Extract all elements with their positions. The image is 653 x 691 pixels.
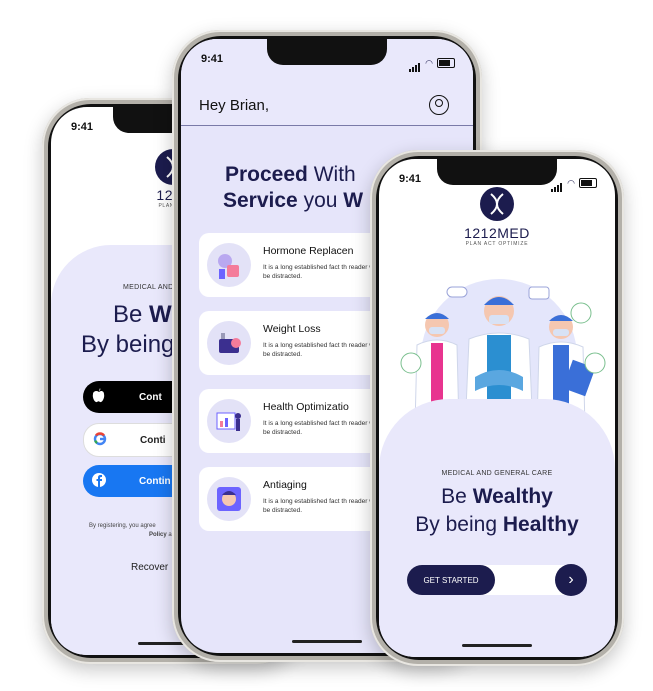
weight-loss-illustration-icon: [207, 321, 251, 365]
signal-icon: [551, 174, 563, 192]
facebook-icon: [83, 472, 115, 490]
service-desc: It is a long established fact th reader …: [263, 498, 379, 514]
battery-icon: [579, 178, 597, 188]
service-desc: It is a long established fact th reader …: [263, 342, 379, 358]
service-title: Hormone Replacen: [263, 245, 354, 257]
phone-welcome: 9:41 ◠ 1212MED PLAN ACT OPTIMIZE MEDICAL…: [370, 150, 624, 666]
page-title-line-2: Service you W: [223, 189, 363, 213]
title-rest: With: [307, 163, 356, 186]
kicker-text: MEDICAL AND: [123, 284, 174, 291]
kicker-text: MEDICAL AND GENERAL CARE: [441, 470, 553, 477]
battery-icon: [437, 58, 455, 68]
get-started-slider[interactable]: GET STARTED ›: [407, 564, 587, 596]
headline-line-1: Be Wealthy: [379, 485, 615, 509]
headline-line-2: By being: [81, 331, 175, 358]
headline-pre: Be: [441, 485, 473, 508]
headline-bold: Wealthy: [472, 485, 553, 508]
headline-line-2: By being Healthy: [379, 513, 615, 537]
health-optimization-illustration-icon: [207, 399, 251, 443]
apple-icon: [83, 387, 115, 407]
antiaging-illustration-icon: [207, 477, 251, 521]
wifi-icon: ◠: [567, 177, 575, 188]
greeting: Hey Brian,: [199, 97, 270, 114]
hormone-illustration-icon: [207, 243, 251, 287]
status-time: 9:41: [71, 121, 94, 133]
headline-pre: By being: [415, 513, 503, 536]
headline-bold: Healthy: [502, 513, 579, 536]
page-title-line-1: Proceed With: [225, 163, 356, 187]
service-desc: It is a long established fact th reader …: [263, 264, 379, 280]
title-rest: you: [297, 189, 344, 212]
welcome-screen: 9:41 ◠ 1212MED PLAN ACT OPTIMIZE MEDICAL…: [379, 159, 615, 657]
home-indicator: [462, 644, 532, 647]
status-time: 9:41: [399, 173, 422, 185]
notch: [437, 159, 557, 185]
chevron-right-icon[interactable]: ›: [555, 564, 587, 596]
title-bold: Proceed: [225, 163, 308, 186]
brand-logo: 1212MED PLAN ACT OPTIMIZE: [379, 187, 615, 247]
get-started-button[interactable]: GET STARTED: [407, 565, 495, 595]
service-desc: It is a long established fact th reader …: [263, 420, 379, 436]
brand-name: 1212MED: [464, 225, 530, 241]
facebook-button-label: Contin: [139, 475, 171, 487]
status-icons: ◠: [551, 174, 597, 192]
signal-icon: [409, 54, 421, 72]
headline-pre: Be: [113, 301, 150, 328]
recover-link[interactable]: Recover: [131, 562, 168, 573]
service-title: Health Optimizatio: [263, 401, 349, 413]
status-time: 9:41: [201, 53, 224, 65]
wifi-icon: ◠: [425, 57, 433, 68]
service-title: Weight Loss: [263, 323, 321, 335]
home-indicator: [292, 640, 362, 643]
service-title: Antiaging: [263, 479, 307, 491]
title-bold: Service: [223, 189, 298, 212]
google-button-label: Conti: [140, 434, 166, 446]
apple-button-label: Cont: [139, 391, 162, 403]
title-end: W: [343, 189, 364, 212]
profile-icon[interactable]: [429, 95, 449, 115]
headline-bold: W: [149, 301, 172, 328]
privacy-policy-link[interactable]: Policy: [149, 532, 167, 538]
notch: [267, 39, 387, 65]
headline-line-1: Be W: [113, 301, 172, 329]
brand-tagline: PLAN ACT OPTIMIZE: [465, 241, 529, 247]
google-icon: [84, 431, 116, 449]
status-icons: ◠: [409, 54, 455, 72]
terms-line-1: By registering, you agree: [89, 523, 156, 529]
dna-icon: [480, 187, 514, 221]
